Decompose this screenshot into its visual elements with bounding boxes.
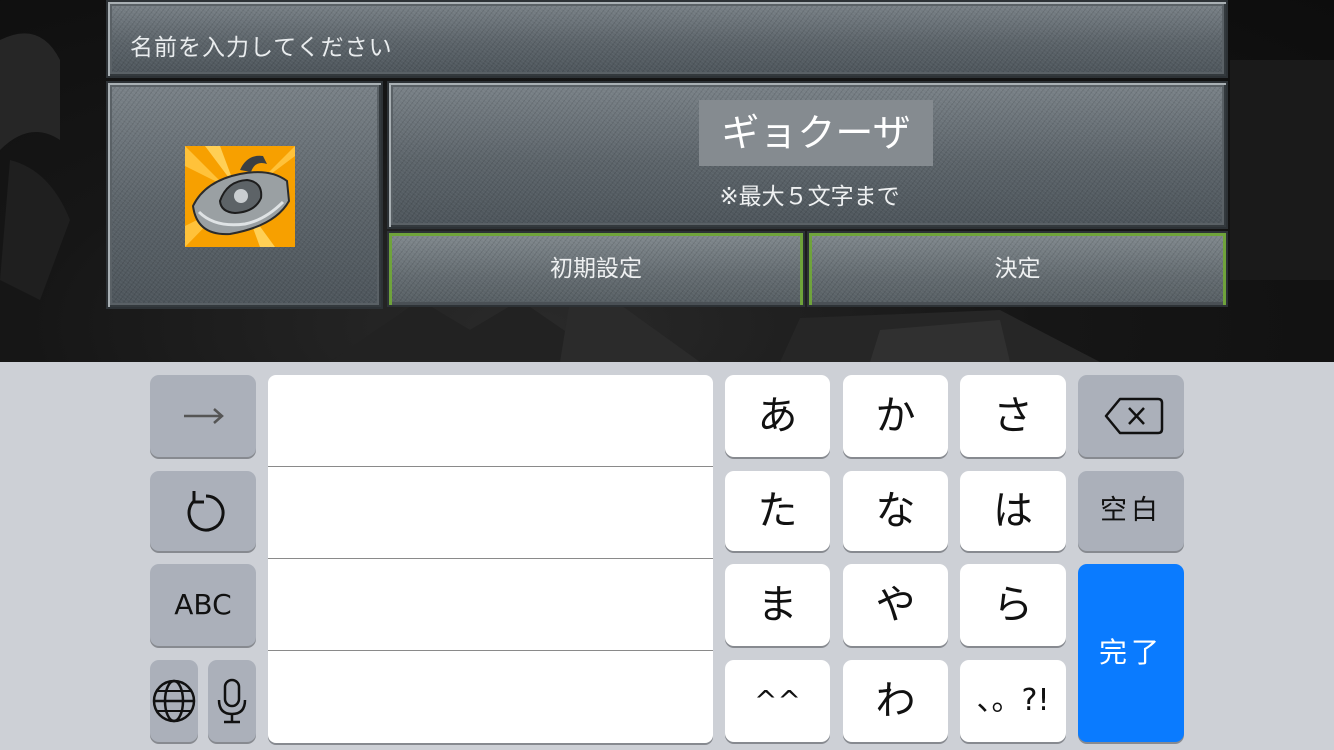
candidate-row[interactable] bbox=[268, 375, 713, 467]
kana-key-sa[interactable]: さ bbox=[960, 375, 1066, 457]
conversion-candidate-list bbox=[268, 375, 713, 743]
kana-key-wa[interactable]: わ bbox=[843, 660, 948, 742]
punctuation-key[interactable]: 、。?! bbox=[960, 660, 1066, 742]
confirm-button[interactable]: 決定 bbox=[807, 231, 1228, 307]
space-key[interactable]: 空白 bbox=[1078, 471, 1184, 551]
globe-key[interactable] bbox=[150, 660, 198, 742]
name-display-field[interactable]: ギョクーザ bbox=[699, 100, 933, 166]
delete-key[interactable] bbox=[1078, 375, 1184, 457]
undo-key[interactable] bbox=[150, 471, 256, 551]
game-screen: 名前を入力してください ギョクーザ ※最大５文字まで 初期設定 決定 bbox=[0, 0, 1334, 362]
kana-key-ma[interactable]: ま bbox=[725, 564, 830, 646]
next-candidate-key[interactable] bbox=[150, 375, 256, 457]
microphone-key[interactable] bbox=[208, 660, 256, 742]
portrait-panel bbox=[106, 81, 383, 309]
kana-key-ta[interactable]: た bbox=[725, 471, 830, 551]
name-length-hint: ※最大５文字まで bbox=[719, 184, 900, 210]
kana-key-a[interactable]: あ bbox=[725, 375, 830, 457]
abc-key[interactable]: ABC bbox=[150, 564, 256, 646]
kana-key-ya[interactable]: や bbox=[843, 564, 948, 646]
kana-key-na[interactable]: な bbox=[843, 471, 948, 551]
dakuten-key[interactable]: ^^ bbox=[725, 660, 830, 742]
name-entry-panel: ギョクーザ ※最大５文字まで bbox=[387, 81, 1228, 229]
backspace-icon bbox=[1104, 397, 1164, 435]
globe-icon bbox=[152, 679, 196, 723]
undo-icon bbox=[187, 491, 225, 532]
candidate-row[interactable] bbox=[268, 467, 713, 559]
japanese-kana-keyboard: ABC あ か さ た な は ま や ら ^^ わ 、。?! 空白 完了 bbox=[0, 362, 1334, 750]
name-prompt-bar: 名前を入力してください bbox=[106, 0, 1228, 78]
kana-key-ha[interactable]: は bbox=[960, 471, 1066, 551]
car-portrait-icon bbox=[185, 146, 295, 247]
abc-key-label: ABC bbox=[174, 588, 232, 621]
candidate-row[interactable] bbox=[268, 559, 713, 651]
name-prompt-label: 名前を入力してください bbox=[130, 35, 393, 61]
done-key[interactable]: 完了 bbox=[1078, 564, 1184, 742]
microphone-icon bbox=[217, 678, 247, 724]
arrow-right-icon bbox=[184, 408, 224, 424]
candidate-row[interactable] bbox=[268, 651, 713, 743]
reset-default-button[interactable]: 初期設定 bbox=[387, 231, 805, 307]
kana-key-ka[interactable]: か bbox=[843, 375, 948, 457]
kana-key-ra[interactable]: ら bbox=[960, 564, 1066, 646]
